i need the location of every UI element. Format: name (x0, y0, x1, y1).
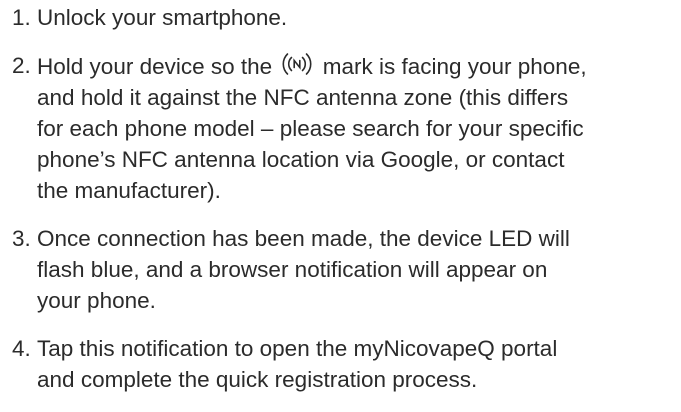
step-line: and complete the quick registration proc… (37, 367, 478, 392)
step-number: 2. (12, 53, 31, 78)
step-2: 2. Hold your device so the mark is facin… (12, 50, 677, 206)
step-line: and hold it against the NFC antenna zone… (37, 85, 569, 110)
step-3: 3. Once connection has been made, the de… (12, 223, 677, 316)
step-line: Tap this notification to open the myNico… (37, 336, 558, 361)
step-number: 3. (12, 226, 31, 251)
step-line-end: mark is facing your phone, (322, 54, 587, 79)
step-line: Hold your device so the mark is facing y… (37, 50, 677, 82)
step-number: 4. (12, 336, 31, 361)
step-4: 4. Tap this notification to open the myN… (12, 333, 677, 395)
nfc-icon (280, 50, 314, 78)
step-text: Tap this notification to open the myNico… (37, 333, 677, 395)
step-text: Hold your device so the mark is facing y… (37, 50, 677, 206)
step-line: phone’s NFC antenna location via Google,… (37, 147, 565, 172)
step-text: Once connection has been made, the devic… (37, 223, 677, 316)
step-1: 1. Unlock your smartphone. (12, 2, 677, 33)
step-text: Unlock your smartphone. (37, 2, 677, 33)
step-line-start: Hold your device so the (37, 54, 273, 79)
step-line: for each phone model – please search for… (37, 116, 584, 141)
step-line: Unlock your smartphone. (37, 5, 288, 30)
step-line: the manufacturer). (37, 178, 221, 203)
step-line: Once connection has been made, the devic… (37, 226, 570, 251)
step-line: flash blue, and a browser notification w… (37, 257, 548, 282)
instructions-list: 1. Unlock your smartphone. 2. Hold your … (12, 0, 677, 412)
step-line: your phone. (37, 288, 156, 313)
step-number: 1. (12, 5, 31, 30)
